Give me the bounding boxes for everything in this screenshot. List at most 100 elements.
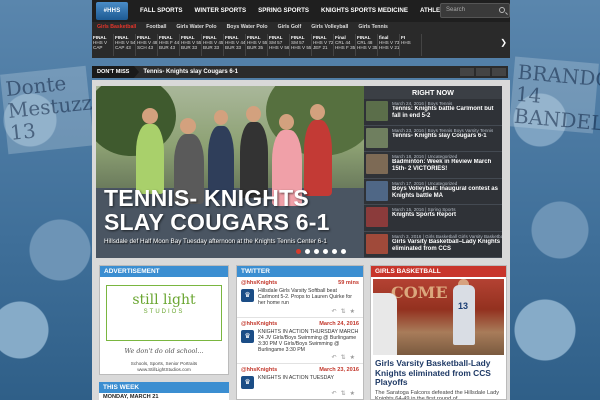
tweet-username[interactable]: @hhsKnights [241, 321, 277, 327]
slider-dot[interactable] [314, 249, 319, 254]
score-box[interactable]: FINAL SM 57 HHS V 55 [290, 34, 312, 56]
scores-sport-tabs: Girls Basketball Football Girls Water Po… [92, 22, 510, 32]
retweet-icon[interactable]: ⇅ [341, 355, 350, 361]
hero-photo-player-head [279, 114, 294, 130]
tweet-actions: ↶⇅★ [241, 390, 359, 397]
scores-tab-girls-basketball[interactable]: Girls Basketball [92, 24, 141, 30]
tweet-username[interactable]: @hhsKnights [241, 280, 277, 286]
tweet-avatar[interactable]: ♛ [241, 376, 254, 390]
score-team-2: SCH [137, 45, 147, 51]
right-now-item[interactable]: March 18, 2016 | Uncategorized Badminton:… [364, 152, 502, 179]
score-box[interactable]: final HHS V 73 HHS V 21 [378, 34, 400, 56]
favorite-icon[interactable]: ★ [350, 355, 359, 361]
score-box[interactable]: FINAL HHS V 54 CAP 43 [114, 34, 136, 56]
search-placeholder: Search [446, 7, 466, 13]
score-box[interactable]: FINAL HHS V 44 BUR 33 [224, 34, 246, 56]
article-title[interactable]: Boys Volleyball: Inaugural contest as Kn… [392, 186, 500, 200]
score-box[interactable]: FI HHS [400, 34, 422, 56]
score-box[interactable]: FINAL HHS V 55 BUR 35 [246, 34, 268, 56]
search-icon[interactable] [499, 7, 505, 13]
twitter-icon[interactable] [476, 68, 490, 76]
slider-dot[interactable] [305, 249, 310, 254]
score-box[interactable]: FINAL HHS V 55 BUR 33 [180, 34, 202, 56]
tweet-time[interactable]: 59 mins [338, 280, 359, 286]
score-team-2: HHS F [335, 45, 349, 51]
score-value-2: 35 [372, 45, 378, 51]
tweet-username[interactable]: @hhsKnights [241, 367, 277, 373]
girls-basketball-photo[interactable]: COME 13 [373, 279, 504, 355]
reply-icon[interactable]: ↶ [332, 309, 341, 315]
nav-fall-sports[interactable]: FALL SPORTS [134, 0, 189, 22]
favorite-icon[interactable]: ★ [350, 391, 359, 397]
hero-slider[interactable]: TENNIS- KNIGHTS SLAY COUGARS 6-1 Hillsda… [96, 86, 364, 258]
tweet-time[interactable]: March 24, 2016 [319, 321, 359, 327]
retweet-icon[interactable]: ⇅ [341, 309, 350, 315]
score-value-2: 21 [394, 45, 400, 51]
article-title[interactable]: Girls Varsity Basketball–Lady Knights el… [392, 239, 502, 253]
dont-miss-label: DON'T MISS [92, 66, 135, 78]
score-box[interactable]: FINAL HHS V 72 JEF 21 [312, 34, 334, 56]
slider-dot[interactable] [296, 249, 301, 254]
scores-tab-girls-tennis[interactable]: Girls Tennis [353, 24, 393, 30]
advertisement-banner[interactable]: still light STUDIOS [106, 285, 222, 341]
right-now-item[interactable]: March 3, 2016 | Girls Basketball Girls V… [364, 232, 502, 258]
nav-knights-sports-medicine[interactable]: KNIGHTS SPORTS MEDICINE [315, 0, 414, 22]
advertisement-widget: ADVERTISEMENT still light STUDIOS We don… [99, 265, 229, 375]
scores-tab-boys-water-polo[interactable]: Boys Water Polo [222, 24, 273, 30]
tweet-time[interactable]: March 23, 2016 [319, 367, 359, 373]
scores-tab-football[interactable]: Football [141, 24, 171, 30]
slider-pagination [296, 249, 346, 254]
article-thumbnail[interactable] [366, 154, 388, 174]
slider-dot[interactable] [341, 249, 346, 254]
score-box[interactable]: FINAL HHS F 44 BUR 43 [158, 34, 180, 56]
site-logo[interactable]: #HHS [96, 2, 128, 20]
hero-headline[interactable]: TENNIS- KNIGHTS SLAY COUGARS 6-1 [104, 186, 354, 234]
article-title[interactable]: Knights Sports Report [392, 212, 456, 219]
reply-icon[interactable]: ↶ [332, 391, 341, 397]
article-thumbnail[interactable] [366, 233, 388, 254]
scores-tab-girls-volleyball[interactable]: Girls Volleyball [306, 24, 353, 30]
tweet-avatar[interactable]: ♛ [241, 289, 254, 302]
retweet-icon[interactable]: ⇅ [341, 391, 350, 397]
article-title[interactable]: Badminton: Week in Review March 15th- 2 … [392, 159, 500, 173]
article-thumbnail[interactable] [366, 207, 388, 227]
share-icon[interactable] [492, 68, 506, 76]
chevron-right-icon[interactable]: ❯ [500, 38, 507, 47]
dont-miss-headline[interactable]: Tennis- Knights slay Cougars 6-1 [139, 69, 238, 75]
article-thumbnail[interactable] [366, 101, 388, 121]
right-now-item[interactable]: March 15, 2016 | Spring Sports Knights Sp… [364, 205, 502, 232]
ad-url[interactable]: www.StillLightStudios.com [100, 367, 228, 372]
tweet-actions: ↶⇅★ [241, 308, 359, 315]
hero-photo-player-head [142, 108, 158, 124]
scores-tab-girls-water-polo[interactable]: Girls Water Polo [171, 24, 221, 30]
article-thumbnail[interactable] [366, 180, 388, 201]
right-now-item[interactable]: March 17, 2016 | Uncategorized Boys Volle… [364, 179, 502, 205]
hero-photo-player-head [180, 118, 196, 134]
hero-caption: Hillsdale def Half Moon Bay Tuesday afte… [104, 238, 327, 245]
score-box[interactable]: FINAL HHS V 45 BUR 33 [202, 34, 224, 56]
tweet-avatar[interactable]: ♛ [241, 329, 254, 343]
girls-basketball-article-title[interactable]: Girls Varsity Basketball-Lady Knights el… [371, 355, 506, 388]
slider-dot[interactable] [332, 249, 337, 254]
score-box[interactable]: FINAL CRL 48 HHS V 35 [356, 34, 378, 56]
score-box[interactable]: FINAL HHS V CAP [92, 34, 114, 56]
favorite-icon[interactable]: ★ [350, 309, 359, 315]
facebook-icon[interactable] [460, 68, 474, 76]
score-box[interactable]: FINAL SM 57 HHS V 56 [268, 34, 290, 56]
right-now-item[interactable]: March 24, 2016 | Boys Tennis Tennis: Knig… [364, 99, 502, 126]
reply-icon[interactable]: ↶ [332, 355, 341, 361]
fan-sign-right: BRANDON 14 BANDELL [509, 56, 600, 137]
article-title[interactable]: Tennis: Knights battle Carlmont but fall… [392, 106, 500, 120]
right-now-item[interactable]: March 23, 2016 | Boys Tennis Boys Varsit… [364, 126, 502, 152]
score-box[interactable]: FINAL HHS V 48 SCH 43 [136, 34, 158, 56]
article-thumbnail[interactable] [366, 127, 388, 148]
search-input[interactable]: Search [440, 3, 510, 18]
scores-tab-girls-golf[interactable]: Girls Golf [273, 24, 307, 30]
article-title[interactable]: Tennis- Knights slay Cougars 6-1 [392, 133, 493, 140]
score-box[interactable]: Final CRL 44 HHS F 35 [334, 34, 356, 56]
slider-dot[interactable] [323, 249, 328, 254]
nav-winter-sports[interactable]: WINTER SPORTS [189, 0, 253, 22]
advertisement-heading: ADVERTISEMENT [100, 266, 228, 277]
this-week-heading: THIS WEEK [99, 382, 229, 393]
nav-spring-sports[interactable]: SPRING SPORTS [252, 0, 315, 22]
